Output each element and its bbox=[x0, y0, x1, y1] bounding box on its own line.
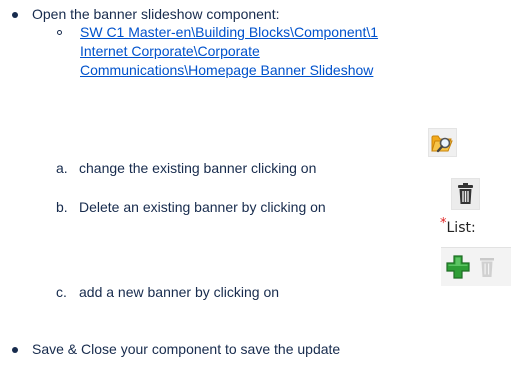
list-field-label: *List: bbox=[440, 216, 476, 236]
save-close-step: Save & Close your component to save the … bbox=[32, 341, 341, 357]
sub-bullet bbox=[57, 30, 62, 35]
substep-text-c: add a new banner by clicking on bbox=[79, 284, 280, 300]
component-path-link-line3[interactable]: Communications\Homepage Banner Slideshow bbox=[80, 61, 373, 79]
substep-text-a: change the existing banner clicking on bbox=[79, 160, 317, 176]
substep-marker-a: a. bbox=[56, 160, 68, 176]
substep-marker-b: b. bbox=[56, 199, 68, 215]
substep-marker-c: c. bbox=[56, 284, 67, 300]
trash-disabled-icon bbox=[478, 256, 500, 280]
trash-icon[interactable] bbox=[451, 178, 480, 210]
component-path-link-line1[interactable]: SW C1 Master-en\Building Blocks\Componen… bbox=[80, 23, 378, 41]
open-component-step: Open the banner slideshow component: bbox=[32, 6, 280, 22]
add-plus-icon[interactable] bbox=[445, 254, 471, 280]
component-path-link-line2[interactable]: Internet Corporate\Corporate bbox=[80, 42, 260, 60]
folder-search-icon[interactable] bbox=[428, 128, 457, 157]
required-asterisk: * bbox=[440, 216, 447, 231]
substep-text-b: Delete an existing banner by clicking on bbox=[79, 199, 326, 215]
list-label-text: List: bbox=[446, 220, 476, 236]
bullet bbox=[12, 12, 18, 18]
bullet bbox=[12, 347, 18, 353]
list-toolbar bbox=[441, 247, 511, 286]
